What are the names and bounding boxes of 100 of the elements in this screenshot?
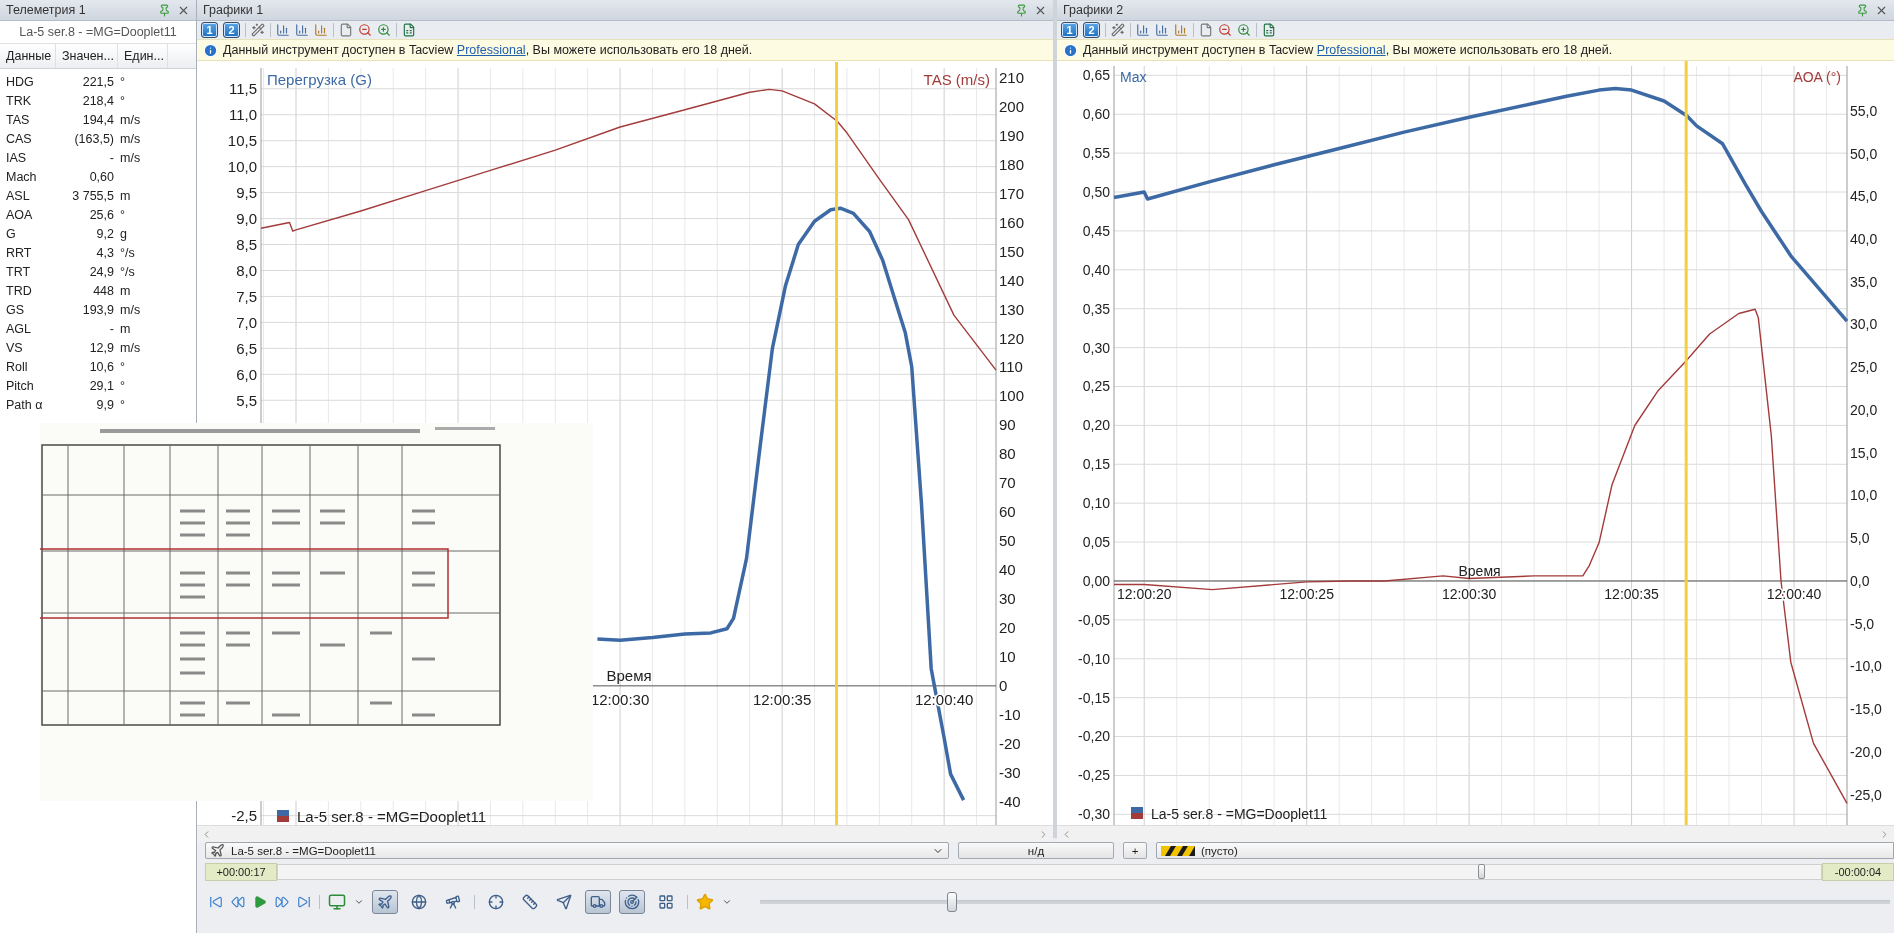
param-name: Roll bbox=[5, 359, 29, 374]
param-unit: °/s bbox=[119, 264, 136, 279]
chart-icon[interactable] bbox=[314, 23, 328, 37]
param-name: Pitch bbox=[5, 378, 35, 393]
pin-icon[interactable] bbox=[158, 3, 171, 17]
slider-thumb[interactable] bbox=[947, 892, 958, 912]
tick-label: 50 bbox=[999, 532, 1016, 550]
param-name: HDG bbox=[5, 74, 35, 89]
radar-toggle[interactable] bbox=[619, 890, 645, 914]
tick-label: 0,55 bbox=[1082, 145, 1110, 162]
param-name: CAS bbox=[5, 131, 33, 146]
chart-icon[interactable] bbox=[276, 23, 290, 37]
param-unit: ° bbox=[119, 74, 126, 89]
tick-label: 0,30 bbox=[1082, 339, 1110, 356]
spreadsheet-icon[interactable] bbox=[402, 23, 416, 37]
professional-link[interactable]: Professional bbox=[1316, 43, 1386, 57]
object-dropdown[interactable]: La-5 ser.8 - =MG=Dooplet11 bbox=[205, 842, 949, 859]
param-unit: ° bbox=[119, 207, 126, 222]
tick-label: 0,65 bbox=[1082, 67, 1110, 84]
panel-title: Телеметрия 1 bbox=[6, 3, 87, 17]
param-value: 3 755,5 bbox=[71, 188, 114, 203]
rewind-icon[interactable] bbox=[231, 895, 245, 909]
tick-label: 12:00:30 bbox=[1441, 585, 1497, 602]
pin-icon[interactable] bbox=[1015, 3, 1028, 17]
param-name: VS bbox=[5, 340, 24, 355]
chart-icon[interactable] bbox=[1155, 23, 1169, 37]
legend-swatch bbox=[277, 810, 289, 822]
timeline-thumb[interactable] bbox=[1477, 863, 1485, 879]
axis-title: Перегрузка (G) bbox=[267, 71, 372, 88]
param-name: Mach bbox=[5, 169, 38, 184]
tick-label: 55,0 bbox=[1850, 102, 1878, 119]
tick-label: 170 bbox=[999, 184, 1025, 202]
chart-icon[interactable] bbox=[1136, 23, 1150, 37]
column-header[interactable]: Един... bbox=[118, 44, 168, 68]
skip-forward-icon[interactable] bbox=[297, 895, 311, 909]
param-unit: ° bbox=[119, 93, 126, 108]
param-unit: m/s bbox=[119, 302, 142, 317]
chart-icon[interactable] bbox=[1174, 23, 1188, 37]
param-name: Path α bbox=[5, 397, 44, 412]
magic-wand-icon[interactable] bbox=[251, 23, 265, 37]
column-header[interactable]: Значен... bbox=[56, 44, 118, 68]
graph-toggle-button[interactable]: 1 bbox=[1061, 22, 1078, 38]
tick-label: 5,5 bbox=[236, 391, 257, 409]
tick-label: 0,15 bbox=[1082, 456, 1110, 473]
tick-label: 12:00:35 bbox=[752, 690, 812, 708]
graph-toggle-button[interactable]: 2 bbox=[1083, 22, 1100, 38]
page-icon[interactable] bbox=[1199, 23, 1213, 37]
tick-label: 110 bbox=[999, 358, 1023, 376]
graph-toggle-button[interactable]: 2 bbox=[223, 22, 240, 38]
tick-label: 0,35 bbox=[1082, 300, 1110, 317]
crosshair-icon bbox=[488, 894, 504, 910]
star-icon[interactable] bbox=[696, 893, 714, 911]
column-header[interactable]: Данные bbox=[0, 44, 56, 68]
caret-icon[interactable] bbox=[722, 897, 732, 907]
hazard-stripes-icon bbox=[1161, 845, 1195, 856]
monitor-icon[interactable] bbox=[328, 893, 346, 911]
notice-text: Данный инструмент доступен в Tacview Professional, Вы можете использовать его 18 дней. bbox=[223, 43, 753, 57]
magic-wand-icon[interactable] bbox=[1111, 23, 1125, 37]
tick-label: 60 bbox=[999, 503, 1016, 521]
zoom-in-icon[interactable] bbox=[377, 23, 391, 37]
spreadsheet-icon[interactable] bbox=[1262, 23, 1276, 37]
elapsed-time: +00:00:17 bbox=[205, 862, 277, 881]
legend-label: La-5 ser.8 - =MG=Dooplet11 bbox=[297, 808, 486, 825]
value-button[interactable]: н/д bbox=[958, 842, 1114, 859]
param-value: 24,9 bbox=[88, 264, 114, 279]
pin-icon[interactable] bbox=[1856, 3, 1869, 17]
graph-toggle-button[interactable]: 1 bbox=[201, 22, 218, 38]
chart-icon[interactable] bbox=[295, 23, 309, 37]
tick-label: 150 bbox=[999, 242, 1025, 260]
tick-label: 9,0 bbox=[236, 209, 257, 227]
add-button[interactable]: + bbox=[1123, 842, 1147, 859]
param-value: - bbox=[108, 321, 114, 336]
plane-toggle[interactable] bbox=[372, 890, 398, 914]
param-value: (163,5) bbox=[73, 131, 114, 146]
professional-link[interactable]: Professional bbox=[456, 43, 526, 57]
zoom-in-icon[interactable] bbox=[1237, 23, 1251, 37]
tick-label: 210 bbox=[999, 69, 1025, 87]
skip-back-icon[interactable] bbox=[209, 895, 223, 909]
tick-label: -0,30 bbox=[1078, 806, 1110, 823]
ruler-icon bbox=[522, 894, 538, 910]
param-name: GS bbox=[5, 302, 26, 317]
truck-toggle[interactable] bbox=[585, 890, 611, 914]
play-icon[interactable] bbox=[253, 895, 267, 909]
paper-plane-icon bbox=[556, 894, 572, 910]
zoom-out-icon[interactable] bbox=[1218, 23, 1232, 37]
caret-icon[interactable] bbox=[354, 897, 364, 907]
tick-label: 8,0 bbox=[236, 261, 257, 279]
plane-icon bbox=[210, 843, 225, 858]
axis-title: Время bbox=[1458, 562, 1501, 579]
param-value: 9,2 bbox=[95, 226, 114, 241]
param-value: 194,4 bbox=[81, 112, 114, 127]
tick-label: -0,25 bbox=[1078, 767, 1110, 784]
fast-forward-icon[interactable] bbox=[275, 895, 289, 909]
target-dropdown[interactable]: (пусто) bbox=[1156, 842, 1894, 859]
param-unit: m/s bbox=[119, 150, 142, 165]
tick-label: 7,0 bbox=[236, 313, 257, 331]
tick-label: 20,0 bbox=[1850, 401, 1878, 418]
page-icon[interactable] bbox=[339, 23, 353, 37]
zoom-out-icon[interactable] bbox=[358, 23, 372, 37]
tick-label: 0,10 bbox=[1082, 495, 1110, 512]
